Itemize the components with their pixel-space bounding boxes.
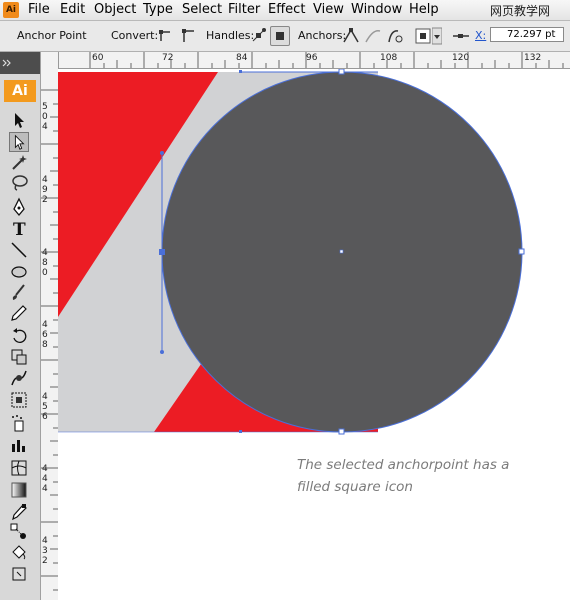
type-tool-icon[interactable]: T bbox=[9, 218, 29, 238]
menu-object[interactable]: Object bbox=[94, 2, 136, 17]
menu-filter[interactable]: Filter bbox=[228, 2, 260, 17]
connect-anchors-icon[interactable] bbox=[364, 27, 382, 45]
direction-handle-point-top[interactable] bbox=[160, 151, 164, 155]
graph-tool-icon[interactable] bbox=[9, 435, 29, 455]
rotate-tool-icon[interactable] bbox=[9, 326, 29, 346]
menu-help[interactable]: Help bbox=[409, 2, 439, 17]
selected-anchor-point[interactable] bbox=[159, 249, 165, 255]
ruler-label: 60 bbox=[92, 53, 104, 63]
direct-selection-tool-icon bbox=[14, 134, 25, 150]
pen-tool-icon[interactable] bbox=[9, 197, 29, 217]
ruler-label: 132 bbox=[524, 53, 542, 63]
center-point bbox=[339, 249, 344, 254]
menu-edit[interactable]: Edit bbox=[60, 2, 85, 17]
vertical-ruler[interactable]: 504 492 480 468 456 444 432 bbox=[41, 52, 59, 600]
gradient-tool-icon[interactable] bbox=[9, 480, 29, 500]
warp-tool-icon[interactable] bbox=[9, 368, 29, 388]
control-bar: Anchor Point Convert: Handles: Anchors: … bbox=[0, 21, 570, 52]
anchor-point-label: Anchor Point bbox=[17, 29, 87, 42]
anchor-point-right[interactable] bbox=[518, 248, 525, 255]
ruler-label: 444 bbox=[42, 464, 48, 494]
rect-anchor-bottom[interactable] bbox=[239, 430, 242, 433]
ruler-label: 492 bbox=[42, 175, 48, 205]
x-coordinate-value: 72.297 pt bbox=[507, 29, 556, 40]
magic-wand-tool-icon[interactable] bbox=[9, 152, 29, 172]
ellipse-tool-icon[interactable] bbox=[9, 261, 29, 281]
hide-handles-button[interactable] bbox=[270, 26, 290, 46]
scale-tool-icon[interactable] bbox=[9, 347, 29, 367]
blend-tool-icon[interactable] bbox=[9, 522, 29, 542]
ruler-label: 72 bbox=[162, 53, 174, 63]
anchor-point-top[interactable] bbox=[338, 69, 345, 75]
ruler-label: 468 bbox=[42, 320, 48, 350]
ruler-label: 456 bbox=[42, 392, 48, 422]
menu-window[interactable]: Window bbox=[351, 2, 402, 17]
line-tool-icon[interactable] bbox=[9, 240, 29, 260]
svg-text:T: T bbox=[13, 220, 26, 238]
menu-effect[interactable]: Effect bbox=[268, 2, 305, 17]
mesh-tool-icon[interactable] bbox=[9, 458, 29, 478]
isolate-icon[interactable] bbox=[414, 27, 432, 45]
menu-bar: Ai File Edit Object Type Select Filter E… bbox=[0, 0, 570, 21]
tools-panel-header[interactable] bbox=[0, 52, 40, 74]
collapse-panel-icon bbox=[2, 59, 11, 67]
ruler-label: 432 bbox=[42, 536, 48, 566]
anchors-label: Anchors: bbox=[298, 29, 347, 42]
convert-to-smooth-icon[interactable] bbox=[180, 27, 198, 45]
tools-panel: Ai T bbox=[0, 52, 41, 600]
artwork bbox=[58, 69, 525, 435]
caption-text: The selected anchorpoint has a filled sq… bbox=[297, 457, 510, 495]
ruler-label: 108 bbox=[380, 53, 398, 63]
illustrator-logo: Ai bbox=[4, 80, 36, 102]
ruler-label: 84 bbox=[236, 53, 248, 63]
symbol-sprayer-tool-icon[interactable] bbox=[9, 413, 29, 433]
convert-label: Convert: bbox=[111, 29, 159, 42]
ruler-label: 120 bbox=[452, 53, 470, 63]
cut-path-icon[interactable] bbox=[386, 27, 404, 45]
direct-selection-tool[interactable] bbox=[9, 132, 29, 152]
free-transform-tool-icon[interactable] bbox=[9, 390, 29, 410]
horizontal-ruler[interactable]: 60 72 84 96 108 120 132 bbox=[58, 52, 570, 69]
stroke-icon[interactable] bbox=[452, 27, 470, 45]
rect-anchor-top[interactable] bbox=[239, 70, 242, 73]
live-paint-bucket-icon[interactable] bbox=[9, 542, 29, 562]
crop-area-tool-icon[interactable] bbox=[9, 564, 29, 584]
anchor-point-bottom[interactable] bbox=[338, 428, 345, 435]
ruler-label: 96 bbox=[306, 53, 318, 63]
direction-handle-point-bottom[interactable] bbox=[160, 350, 164, 354]
show-handles-icon[interactable] bbox=[250, 27, 268, 45]
lasso-tool-icon[interactable] bbox=[9, 173, 29, 193]
menu-type[interactable]: Type bbox=[143, 2, 173, 17]
menu-file[interactable]: File bbox=[28, 2, 50, 17]
remove-anchor-icon[interactable] bbox=[342, 27, 360, 45]
dropdown-arrow-icon[interactable] bbox=[432, 27, 442, 45]
paintbrush-tool-icon[interactable] bbox=[9, 282, 29, 302]
ruler-label: 504 bbox=[42, 102, 48, 132]
watermark-text: 网页教学网 bbox=[490, 4, 551, 18]
eyedropper-tool-icon[interactable] bbox=[9, 502, 29, 522]
pencil-tool-icon[interactable] bbox=[9, 303, 29, 323]
handles-label: Handles: bbox=[206, 29, 255, 42]
menu-view[interactable]: View bbox=[313, 2, 344, 17]
menu-select[interactable]: Select bbox=[182, 2, 222, 17]
selection-tool-icon[interactable] bbox=[9, 110, 29, 130]
hide-handles-icon bbox=[276, 32, 284, 40]
ruler-label: 480 bbox=[42, 248, 48, 278]
convert-to-corner-icon[interactable] bbox=[158, 27, 176, 45]
illustrator-app-icon[interactable]: Ai bbox=[3, 2, 19, 18]
artboard-canvas[interactable] bbox=[58, 69, 570, 600]
x-coordinate-field[interactable]: 72.297 pt bbox=[490, 27, 564, 42]
x-coordinate-label: X: bbox=[475, 29, 487, 42]
